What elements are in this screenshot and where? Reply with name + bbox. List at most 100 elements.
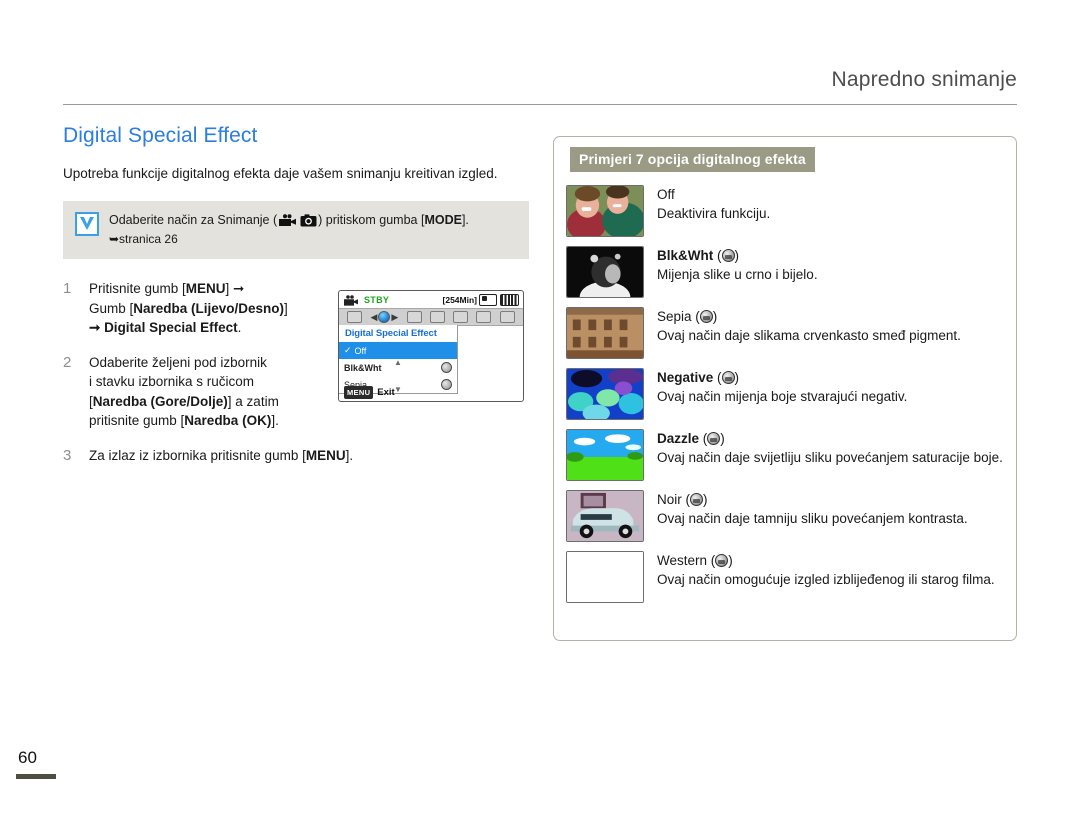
section-intro: Upotreba funkcije digitalnog efekta daje… — [63, 166, 498, 181]
tab-icon-grid[interactable] — [476, 311, 492, 323]
lcd-menu-item-blkwht[interactable]: Blk&Wht — [339, 359, 457, 376]
effect-description: Ovaj način daje tamniju sliku povećanjem… — [657, 510, 968, 526]
effect-text-dazzle: Dazzle () Ovaj način daje svijetliju sli… — [657, 429, 1003, 467]
effect-name: Dazzle — [657, 431, 700, 446]
checkbox-checked-icon — [75, 212, 99, 236]
lcd-battery-group — [479, 293, 519, 306]
effects-list: Off Deaktivira funkciju. Blk&Wht () Mije… — [566, 185, 1004, 612]
effect-icon-paren-close: ) — [734, 370, 740, 385]
step-item: 3 Za izlaz iz izbornika pritisnite gumb … — [63, 446, 529, 466]
step1-line2-a: Gumb [ — [89, 300, 134, 316]
effect-description: Deaktivira funkciju. — [657, 205, 771, 221]
effect-icon-paren-close: ) — [728, 553, 733, 568]
effect-icon-paren-close: ) — [703, 492, 708, 507]
thumbnail-sepia-building — [566, 307, 644, 359]
effect-icon-paren-close: ) — [734, 248, 740, 263]
record-mode-icon — [343, 294, 359, 306]
tab-icon-storage[interactable] — [453, 311, 469, 323]
effect-icon-blkwht — [721, 249, 735, 262]
effect-description: Ovaj način omogućuje izgled izblijeđenog… — [657, 571, 995, 587]
page-number: 60 — [18, 748, 37, 767]
step3-line1-a: Za izlaz iz izbornika pritisnite gumb [ — [89, 447, 306, 463]
tab-icon-effect-selected[interactable]: ◀ ▶ — [370, 311, 398, 323]
thumbnail-dazzle-landscape — [566, 429, 644, 481]
step3-menu-button: MENU — [305, 447, 346, 463]
panel-heading: Primjeri 7 opcija digitalnog efekta — [570, 147, 815, 172]
effect-text-off: Off Deaktivira funkciju. — [657, 185, 770, 223]
memory-indicator-icon — [479, 293, 497, 306]
lcd-menu-item-label: Off — [354, 345, 367, 356]
step2-line2: i stavku izbornika s ručicom — [89, 374, 255, 389]
lcd-menu-title: Digital Special Effect — [345, 328, 437, 339]
globe-icon — [378, 311, 391, 323]
effect-description: Mijenja slike u crno i bijelo. — [657, 266, 818, 282]
effect-row-noir: Noir () Ovaj način daje tamniju sliku po… — [566, 490, 1004, 542]
step-text: Odaberite željeni pod izbornik i stavku … — [89, 353, 279, 431]
step1-line1-a: Pritisnite gumb [ — [89, 281, 186, 296]
lcd-tab-strip: ◀ ▶ — [339, 308, 523, 326]
thumbnail-western-blank — [566, 551, 644, 603]
camcorder-lcd-mockup: STBY [254Min] ◀ ▶ Digital Special Effect… — [338, 290, 524, 402]
tab-icon-recording[interactable] — [347, 311, 363, 323]
lcd-status-bar: STBY [254Min] — [339, 291, 523, 308]
effect-icon-western — [715, 554, 729, 567]
effect-icon-paren-open: ( — [717, 248, 722, 263]
effect-name: Western — [657, 553, 708, 568]
thumbnail-negative-flowers — [566, 368, 644, 420]
effect-row-blkwht: Blk&Wht () Mijenja slike u crno i bijelo… — [566, 246, 1004, 298]
step1-menu-button: MENU — [185, 281, 226, 296]
step2-line4-a: pritisnite gumb [ — [89, 413, 185, 428]
step2-joystick-ud: Naredba (Gore/Dolje) — [92, 393, 228, 409]
effect-name: Negative — [657, 370, 714, 385]
lcd-exit-bar: MENU Exit — [339, 383, 523, 401]
thumbnail-bw-portrait — [566, 246, 644, 298]
footer-rule — [16, 774, 56, 779]
effect-icon-sepia — [699, 310, 713, 323]
thumbnail-noir-car — [566, 490, 644, 542]
effect-text-sepia: Sepia () Ovaj način daje slikama crvenka… — [657, 307, 961, 345]
effect-text-noir: Noir () Ovaj način daje tamniju sliku po… — [657, 490, 968, 528]
step-number: 2 — [63, 353, 72, 371]
lcd-menu-item-off[interactable]: ✓ Off ▲ — [339, 342, 457, 367]
page-title: Digital Special Effect — [63, 124, 258, 147]
effect-icon-paren-open: ( — [717, 370, 722, 385]
step-text: Za izlaz iz izbornika pritisnite gumb [M… — [89, 446, 353, 466]
effect-row-sepia: Sepia () Ovaj način daje slikama crvenka… — [566, 307, 1004, 359]
step1-target-menu: Digital Special Effect — [104, 320, 238, 335]
effect-name: Off — [657, 187, 675, 202]
menu-button-badge[interactable]: MENU — [344, 385, 374, 399]
tab-icon-display[interactable] — [429, 311, 445, 323]
tab-icon-settings[interactable] — [499, 311, 515, 323]
step-number: 1 — [63, 280, 72, 297]
effect-row-western: Western () Ovaj način omogućuje izgled i… — [566, 551, 1004, 603]
note-text-before: Odaberite način za Snimanje ( — [109, 213, 278, 227]
page-reference: ➥stranica 26 — [109, 232, 178, 246]
step-text: Pritisnite gumb [MENU] ➞ Gumb [Naredba (… — [89, 279, 339, 338]
mode-button-ref: MODE — [424, 213, 462, 227]
step1-line2-c: ] — [284, 300, 288, 316]
effect-row-dazzle: Dazzle () Ovaj način daje svijetliju sli… — [566, 429, 1004, 481]
effect-icon-paren-close: ) — [712, 309, 718, 324]
effect-icon-negative — [721, 371, 735, 384]
chapter-title: Napredno snimanje — [831, 68, 1017, 91]
effect-description: Ovaj način daje slikama crvenkasto smeđ … — [657, 327, 961, 343]
camcorder-icon — [278, 214, 298, 231]
running-header: Napredno snimanje — [63, 68, 1017, 92]
tab-icon-zoom[interactable] — [406, 311, 422, 323]
step1-joystick-lr: Naredba (Lijevo/Desno) — [133, 300, 285, 316]
step-number: 3 — [63, 446, 72, 464]
effect-text-negative: Negative () Ovaj način mijenja boje stva… — [657, 368, 907, 406]
lcd-status-stby: STBY — [364, 294, 390, 305]
effect-description: Ovaj način mijenja boje stvarajući negat… — [657, 388, 908, 404]
step1-line1-c: ] ➞ — [225, 281, 245, 296]
thumbnail-kids-photo — [566, 185, 644, 237]
effect-name: Noir — [657, 492, 682, 507]
step1-line3-c: . — [237, 320, 242, 335]
effect-icon-paren-close: ) — [720, 431, 725, 446]
effect-icon-dazzle — [707, 432, 721, 445]
prerequisite-text: Odaberite način za Snimanje () pritiskom… — [109, 211, 469, 247]
photo-camera-icon — [300, 214, 317, 231]
lcd-menu-item-label: Blk&Wht — [344, 362, 382, 373]
effect-text-blkwht: Blk&Wht () Mijenja slike u crno i bijelo… — [657, 246, 818, 284]
step3-line1-c: ]. — [345, 447, 354, 463]
